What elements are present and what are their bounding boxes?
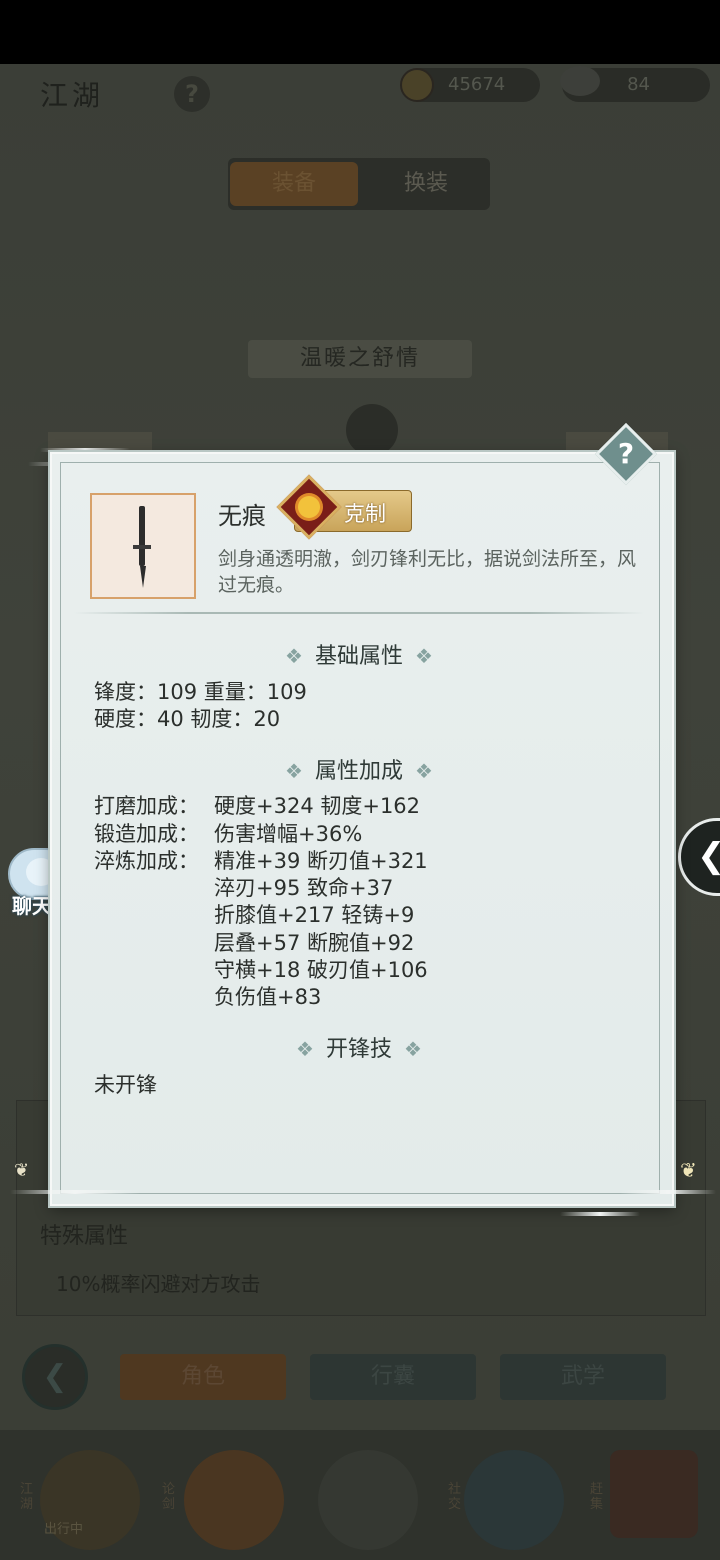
base-stat-row: 硬度：40 韧度：20: [94, 707, 281, 731]
modal-divider: [74, 612, 644, 614]
nav-jianghu-label: 江湖: [20, 1482, 34, 1512]
special-attribute-text: 10%概率闪避对方攻击: [56, 1272, 261, 1296]
base-stat-row: 锋度：109 重量：109: [94, 680, 307, 704]
silver-amount: 84: [627, 74, 650, 95]
modal-ornament-bottom-left: [10, 1190, 140, 1194]
skill-text: 未开锋: [94, 1073, 157, 1097]
nav-market-label: 赶集: [590, 1482, 604, 1512]
chat-label[interactable]: 聊天: [12, 890, 52, 919]
nav-home-icon[interactable]: [318, 1450, 418, 1550]
item-description: 剑身通透明澈，剑刃锋利无比，据说剑法所至，风过无痕。: [218, 548, 637, 596]
diamond-icon: ❖: [415, 644, 433, 668]
butterfly-left-icon: ❦: [14, 1160, 30, 1181]
butterfly-right-icon: ❦: [680, 1158, 697, 1182]
modal-ornament-bottom-right-2: [620, 1190, 716, 1194]
sword-icon: [139, 506, 145, 566]
counter-label: 克制: [344, 502, 386, 526]
nav-duel-label: 论剑: [162, 1482, 176, 1512]
base-attributes-heading: ❖ 基础属性 ❖: [60, 638, 658, 670]
base-attributes-title: 基础属性: [314, 644, 403, 669]
forge-bonus-value: 伤害增幅+36%: [214, 822, 363, 846]
skill-title: 开锋技: [325, 1037, 392, 1062]
tab-equip[interactable]: 装备: [230, 162, 358, 206]
polish-bonus-label: 打磨加成：: [94, 794, 199, 818]
sword-tip: [140, 566, 146, 588]
status-bar: [0, 0, 720, 64]
diamond-icon: ❖: [404, 1037, 422, 1061]
help-button[interactable]: ?: [174, 76, 210, 112]
diamond-icon: ❖: [285, 644, 303, 668]
role-button[interactable]: 角色: [120, 1354, 286, 1400]
back-button[interactable]: ❮: [22, 1344, 88, 1410]
nav-market-icon[interactable]: [610, 1450, 698, 1538]
outing-label: 出行中: [44, 1522, 84, 1537]
item-name: 无痕: [218, 502, 266, 530]
temper-bonus-value: 守横+18 破刃值+106: [214, 958, 428, 982]
polish-bonus-value: 硬度+324 韧度+162: [214, 794, 421, 818]
nav-social-label: 社交: [448, 1482, 462, 1512]
temper-bonus-value: 精准+39 断刃值+321: [214, 849, 428, 873]
diamond-icon: ❖: [296, 1037, 314, 1061]
sword-guard: [133, 545, 151, 549]
coin-amount: 45674: [448, 74, 506, 95]
coin-icon: [400, 68, 434, 102]
diamond-icon: ❖: [285, 759, 303, 783]
skill-heading: ❖ 开锋技 ❖: [60, 1031, 658, 1063]
temper-bonus-value: 层叠+57 断腕值+92: [214, 931, 415, 955]
tab-outfit[interactable]: 换装: [362, 162, 490, 206]
sun-icon: [298, 496, 320, 518]
jianghu-logo: 江湖: [40, 79, 105, 112]
special-attribute-title: 特殊属性: [40, 1224, 129, 1249]
modal-help-icon[interactable]: ?: [604, 432, 648, 476]
silver-ingot-icon: [560, 66, 600, 96]
bonus-attributes-heading: ❖ 属性加成 ❖: [60, 753, 658, 785]
temper-bonus-value: 负伤值+83: [214, 985, 322, 1009]
modal-ornament-bottom-right: [560, 1212, 640, 1216]
character-name: 温暖之舒情: [248, 340, 472, 378]
temper-bonus-value: 折膝值+217 轻铸+9: [214, 903, 415, 927]
forge-bonus-label: 锻造加成：: [94, 822, 199, 846]
martial-arts-button[interactable]: 武学: [500, 1354, 666, 1400]
nav-social-icon[interactable]: [464, 1450, 564, 1550]
temper-bonus-label: 淬炼加成：: [94, 849, 199, 873]
bonus-attributes-title: 属性加成: [314, 759, 403, 784]
nav-duel-icon[interactable]: [184, 1450, 284, 1550]
temper-bonus-value: 淬刃+95 致命+37: [214, 876, 394, 900]
character-figure: [346, 404, 398, 456]
diamond-icon: ❖: [415, 759, 433, 783]
bag-button[interactable]: 行囊: [310, 1354, 476, 1400]
